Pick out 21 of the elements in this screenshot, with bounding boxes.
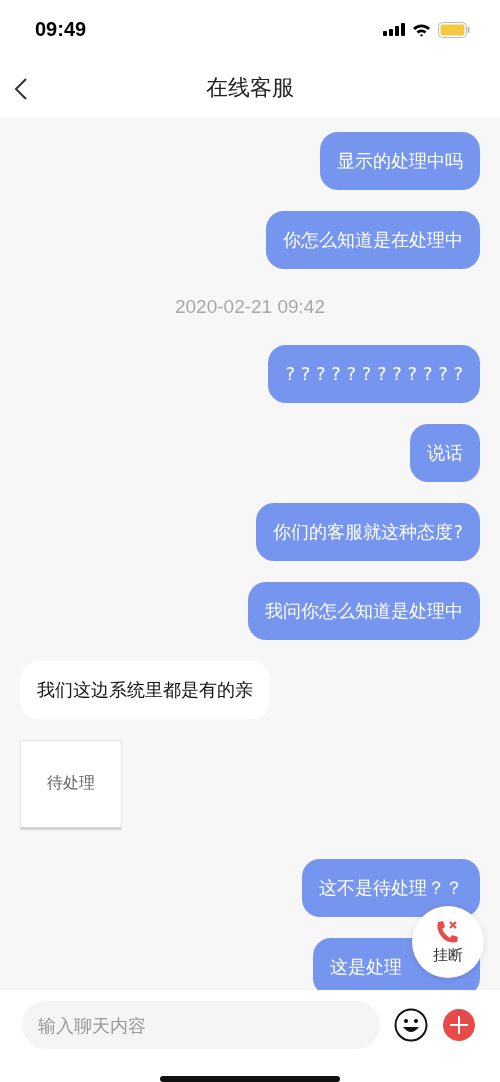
smiley-icon[interactable]	[394, 1008, 428, 1043]
wifi-icon	[412, 22, 431, 37]
sent-message: 这不是待处理？？	[302, 858, 480, 917]
sent-message: 显示的处理中吗	[320, 131, 480, 190]
back-icon[interactable]	[14, 77, 28, 100]
signal-icon	[383, 23, 405, 37]
sent-message: 你怎么知道是在处理中	[266, 210, 480, 269]
screenshot-image[interactable]: 待处理	[20, 739, 122, 830]
battery-icon	[438, 21, 470, 38]
timestamp: 2020-02-21 09:42	[175, 295, 325, 318]
status-time: 09:49	[35, 18, 87, 42]
status-text: 待处理	[47, 773, 95, 795]
received-message: 我们这边系统里都是有的亲	[20, 660, 270, 719]
message-input[interactable]: 输入聊天内容	[22, 1001, 380, 1050]
sent-message: 我问你怎么知道是处理中	[248, 581, 480, 640]
page-title: 在线客服	[206, 74, 294, 103]
sent-message: ? ? ? ? ? ? ? ? ? ? ? ?	[268, 344, 480, 403]
plus-icon[interactable]	[442, 1008, 476, 1043]
sent-message: 说话	[410, 423, 480, 482]
phone-hangup-icon	[435, 919, 461, 944]
sent-message: 你们的客服就这种态度?	[256, 502, 480, 561]
